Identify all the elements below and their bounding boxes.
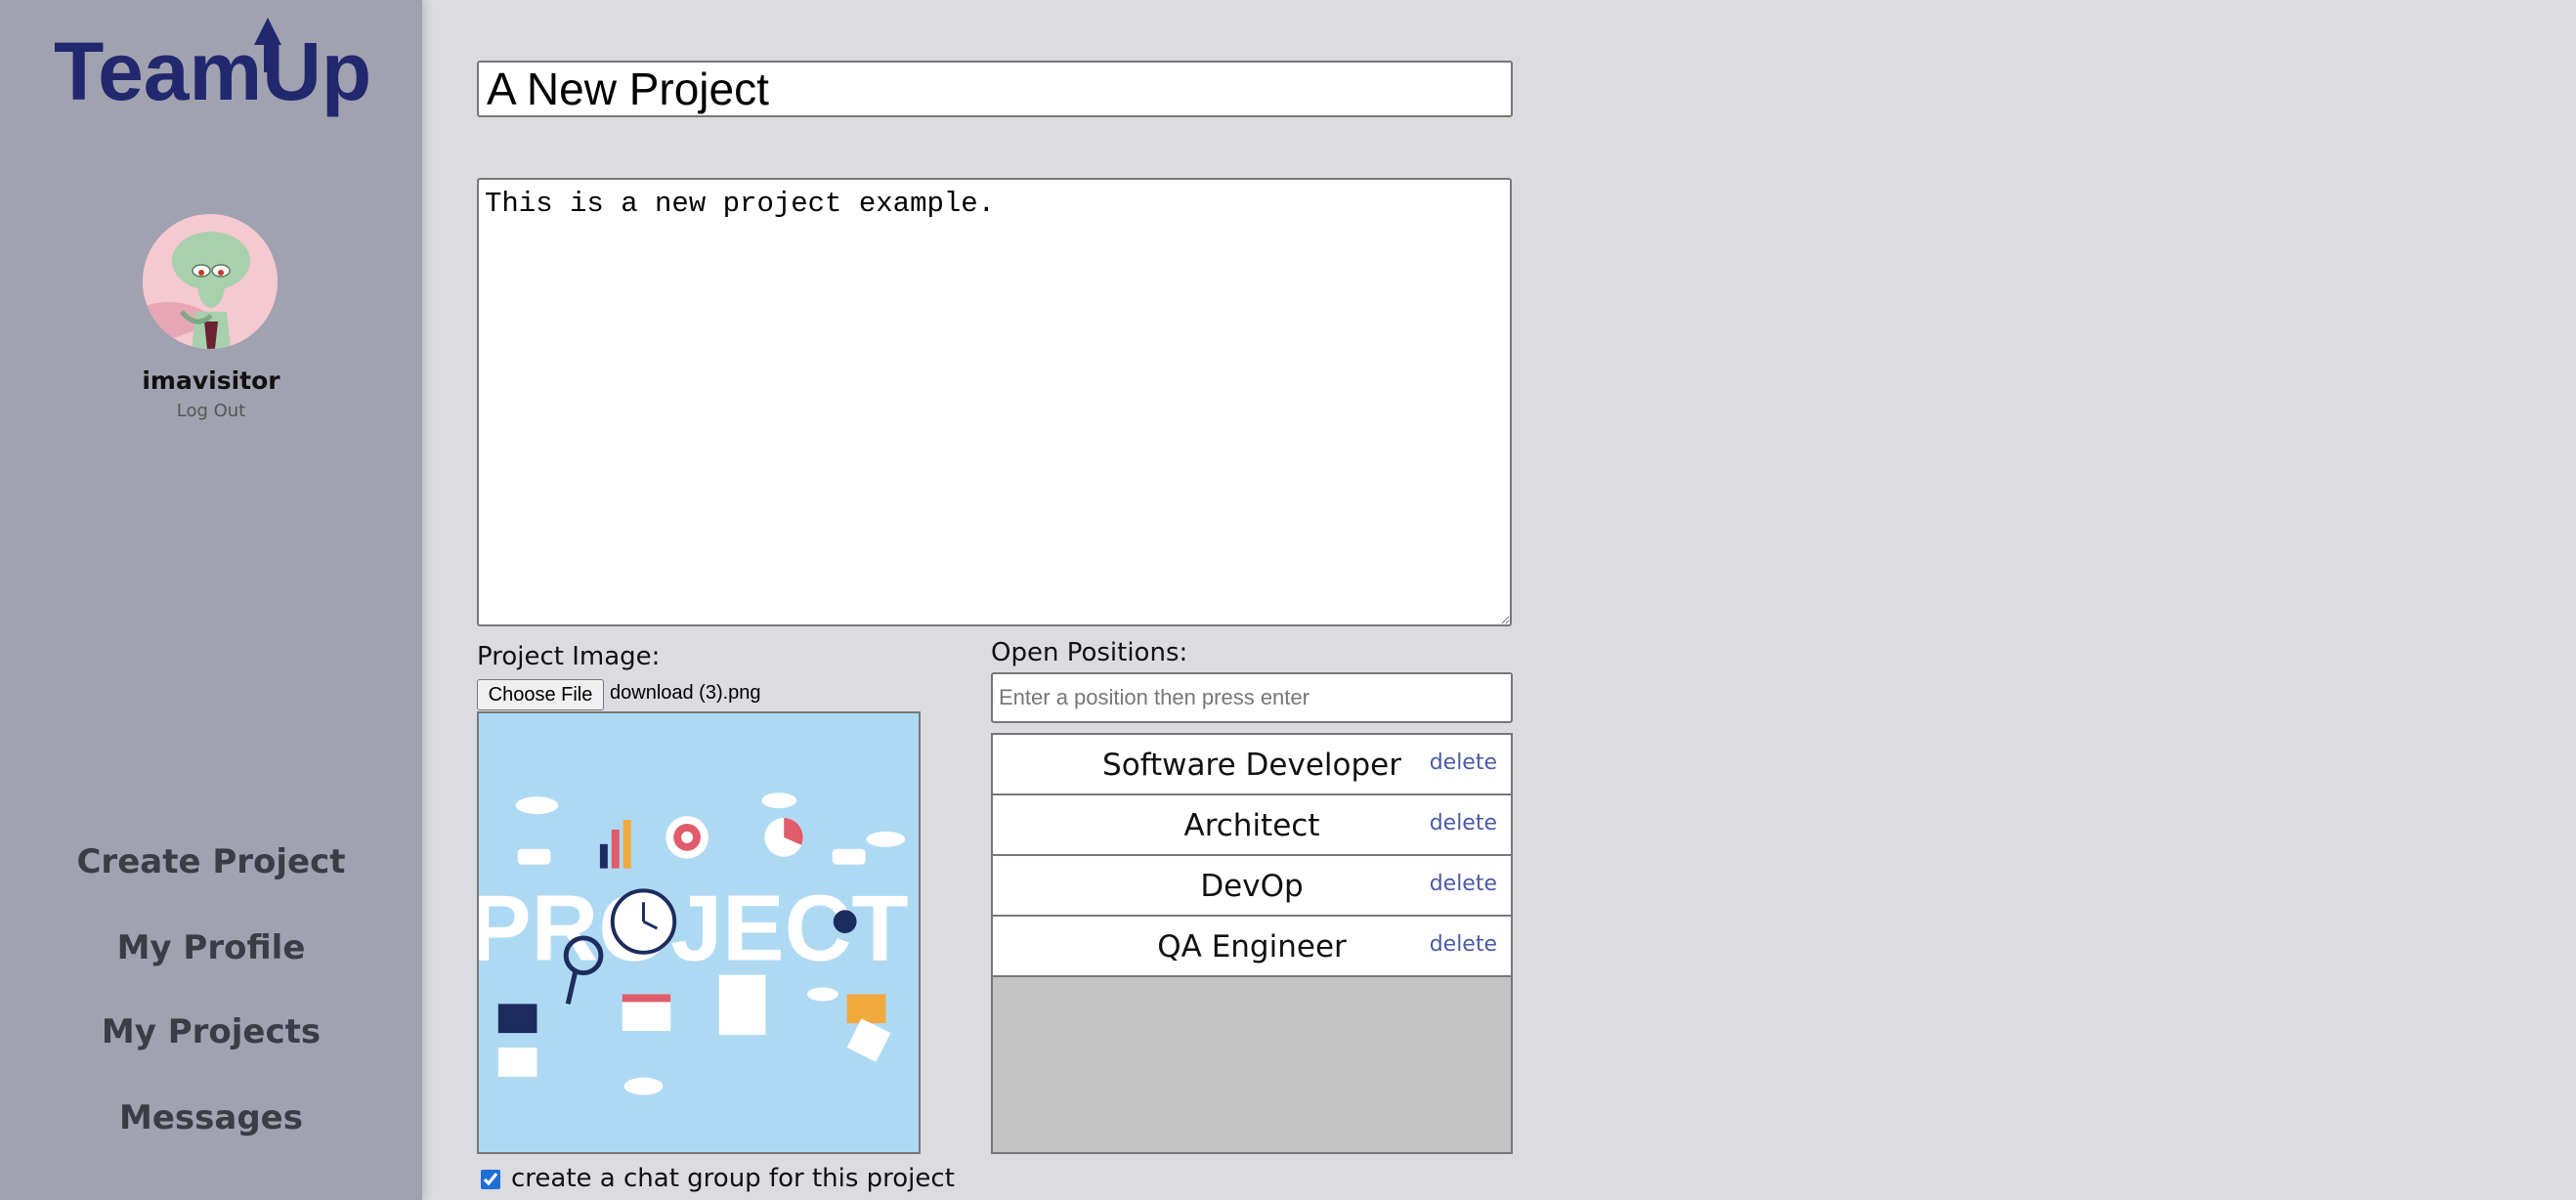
project-image-preview: PROJECT xyxy=(477,711,921,1154)
teamup-logo[interactable]: TeamUp xyxy=(54,14,376,121)
chat-group-label: create a chat group for this project xyxy=(511,1164,955,1193)
selected-file-name: download (3).png xyxy=(610,682,761,704)
chat-group-checkbox[interactable] xyxy=(481,1170,500,1189)
position-row: Architect delete xyxy=(993,795,1511,856)
positions-list: Software Developer delete Architect dele… xyxy=(991,733,1513,1154)
avatar[interactable] xyxy=(143,214,278,349)
delete-position-button[interactable]: delete xyxy=(1430,917,1497,973)
nav-create-project[interactable]: Create Project xyxy=(0,842,422,881)
logout-link[interactable]: Log Out xyxy=(0,401,422,421)
delete-position-button[interactable]: delete xyxy=(1430,795,1497,852)
project-image-label: Project Image: xyxy=(477,642,661,671)
project-title-input[interactable] xyxy=(477,61,1513,117)
delete-position-button[interactable]: delete xyxy=(1430,856,1497,913)
position-row: Software Developer delete xyxy=(993,735,1511,795)
choose-file-button[interactable]: Choose File xyxy=(477,679,604,710)
open-positions-label: Open Positions: xyxy=(991,638,1188,667)
position-row: QA Engineer delete xyxy=(993,917,1511,977)
nav-messages[interactable]: Messages xyxy=(0,1098,422,1137)
nav-my-profile[interactable]: My Profile xyxy=(0,928,422,967)
position-row: DevOp delete xyxy=(993,856,1511,917)
delete-position-button[interactable]: delete xyxy=(1430,735,1497,792)
username: imavisitor xyxy=(142,366,280,395)
nav-my-projects[interactable]: My Projects xyxy=(0,1012,422,1051)
project-description-textarea[interactable]: This is a new project example. xyxy=(477,178,1512,626)
logo-text: TeamUp xyxy=(54,25,371,117)
sidebar: TeamUp imavisitor Log Out Create Project… xyxy=(0,0,422,1200)
position-input[interactable] xyxy=(991,672,1513,723)
